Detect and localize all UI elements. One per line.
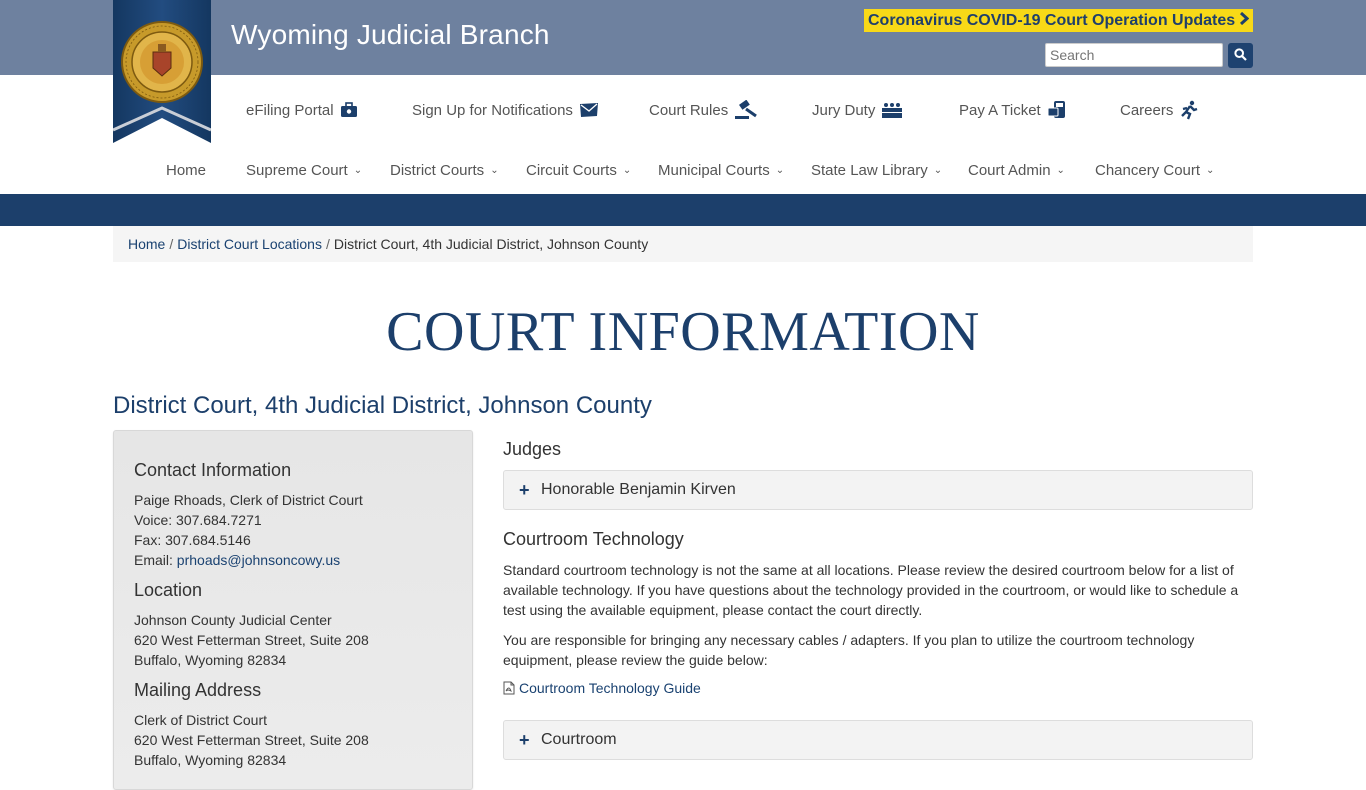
court-seal-logo[interactable] — [112, 0, 212, 143]
pdf-icon — [503, 681, 515, 695]
runner-icon — [1179, 100, 1199, 120]
header-band — [0, 194, 1366, 226]
contact-sidebar: Contact Information Paige Rhoads, Clerk … — [113, 430, 473, 790]
mailing-line: Clerk of District Court — [134, 712, 268, 728]
nav-home[interactable]: Home — [166, 158, 206, 182]
breadcrumb-separator: / — [169, 236, 174, 252]
quick-link-court-rules[interactable]: Court Rules — [649, 96, 760, 124]
email-link[interactable]: prhoads@johnsoncowy.us — [177, 552, 340, 568]
nav-state-law-library[interactable]: State Law Library ⌄ — [811, 158, 942, 182]
chevron-right-icon — [1239, 11, 1250, 29]
breadcrumb: Home / District Court Locations / District C… — [113, 226, 1253, 262]
breadcrumb-separator: / — [325, 236, 330, 252]
nav-district-courts[interactable]: District Courts ⌄ — [390, 158, 499, 182]
search-input[interactable] — [1045, 43, 1223, 67]
nav-court-admin[interactable]: Court Admin ⌄ — [968, 158, 1065, 182]
quick-link-label: Careers — [1120, 101, 1174, 119]
chevron-down-icon: ⌄ — [353, 164, 363, 176]
mailing-line: Buffalo, Wyoming 82834 — [134, 752, 287, 768]
jury-icon — [881, 101, 903, 119]
nav-circuit-courts[interactable]: Circuit Courts ⌄ — [526, 158, 631, 182]
nav-label: District Courts — [390, 161, 485, 179]
nav-supreme-court[interactable]: Supreme Court ⌄ — [246, 158, 362, 182]
nav-label: Home — [166, 161, 207, 179]
tech-guide-link[interactable]: Courtroom Technology Guide — [503, 680, 701, 696]
tech-paragraph-1: Standard courtroom technology is not the… — [503, 562, 1239, 618]
covid-updates-link[interactable]: Coronavirus COVID-19 Court Operation Upd… — [864, 9, 1253, 32]
plus-icon: + — [519, 479, 530, 500]
guide-link-label[interactable]: Courtroom Technology Guide — [519, 680, 701, 696]
quick-link-efiling[interactable]: eFiling Portal — [246, 96, 358, 124]
nav-label: State Law Library — [811, 161, 928, 179]
nav-label: Chancery Court — [1095, 161, 1201, 179]
covid-link-label: Coronavirus COVID-19 Court Operation Upd… — [868, 12, 1236, 29]
contact-voice: Voice: 307.684.7271 — [134, 512, 262, 528]
location-heading: Location — [134, 580, 203, 600]
nav-chancery-court[interactable]: Chancery Court ⌄ — [1095, 158, 1214, 182]
court-name-heading: District Court, 4th Judicial District, J… — [113, 392, 652, 419]
quick-link-label: Court Rules — [649, 101, 729, 119]
payment-icon — [1047, 100, 1067, 120]
contact-heading: Contact Information — [134, 460, 292, 480]
nav-label: Supreme Court — [246, 161, 348, 179]
nav-label: Municipal Courts — [658, 161, 770, 179]
quick-link-notifications[interactable]: Sign Up for Notifications — [412, 96, 599, 124]
chevron-down-icon: ⌄ — [1206, 164, 1215, 176]
site-title[interactable]: Wyoming Judicial Branch — [231, 19, 550, 51]
nav-municipal-courts[interactable]: Municipal Courts ⌄ — [658, 158, 784, 182]
quick-link-careers[interactable]: Careers — [1120, 96, 1199, 124]
gavel-icon — [734, 100, 760, 120]
chevron-down-icon: ⌄ — [775, 164, 785, 176]
courtroom-tech-heading: Courtroom Technology — [503, 529, 684, 549]
courtroom-label: Courtroom — [541, 731, 617, 748]
tech-paragraph-2: You are responsible for bringing any nec… — [503, 632, 1195, 668]
mailing-heading: Mailing Address — [134, 680, 262, 700]
email-label: Email: — [134, 552, 177, 568]
plus-icon: + — [519, 729, 530, 750]
mailing-line: 620 West Fetterman Street, Suite 208 — [134, 732, 369, 748]
breadcrumb-home-link[interactable]: Home — [128, 236, 165, 252]
chevron-down-icon: ⌄ — [490, 164, 499, 176]
location-line: 620 West Fetterman Street, Suite 208 — [134, 632, 369, 648]
judges-heading: Judges — [503, 439, 562, 459]
quick-link-label: Jury Duty — [812, 101, 876, 119]
chevron-down-icon: ⌄ — [1056, 164, 1065, 176]
breadcrumb-current: District Court, 4th Judicial District, J… — [333, 236, 649, 252]
quick-link-label: eFiling Portal — [246, 101, 334, 119]
quick-link-pay-ticket[interactable]: Pay A Ticket — [959, 96, 1067, 124]
courtroom-accordion[interactable]: + Courtroom — [503, 720, 1253, 760]
contact-email-row: Email: prhoads@johnsoncowy.us — [134, 552, 340, 568]
judge-name: Honorable Benjamin Kirven — [541, 481, 736, 498]
search-button[interactable] — [1228, 43, 1253, 68]
nav-label: Court Admin — [968, 161, 1051, 179]
location-line: Buffalo, Wyoming 82834 — [134, 652, 287, 668]
quick-link-label: Pay A Ticket — [959, 101, 1041, 119]
briefcase-icon — [340, 101, 358, 119]
quick-link-jury-duty[interactable]: Jury Duty — [812, 96, 903, 124]
quick-link-label: Sign Up for Notifications — [412, 101, 573, 119]
location-line: Johnson County Judicial Center — [134, 612, 332, 628]
breadcrumb-district-locations-link[interactable]: District Court Locations — [177, 236, 322, 252]
chevron-down-icon: ⌄ — [622, 164, 632, 176]
nav-label: Circuit Courts — [526, 161, 617, 179]
contact-fax: Fax: 307.684.5146 — [134, 532, 251, 548]
envelope-icon — [579, 102, 599, 118]
search-icon — [1234, 47, 1247, 64]
chevron-down-icon: ⌄ — [933, 164, 943, 176]
judge-accordion[interactable]: + Honorable Benjamin Kirven — [503, 470, 1253, 510]
contact-name: Paige Rhoads, Clerk of District Court — [134, 492, 363, 508]
page-title: COURT INFORMATION — [386, 301, 980, 363]
